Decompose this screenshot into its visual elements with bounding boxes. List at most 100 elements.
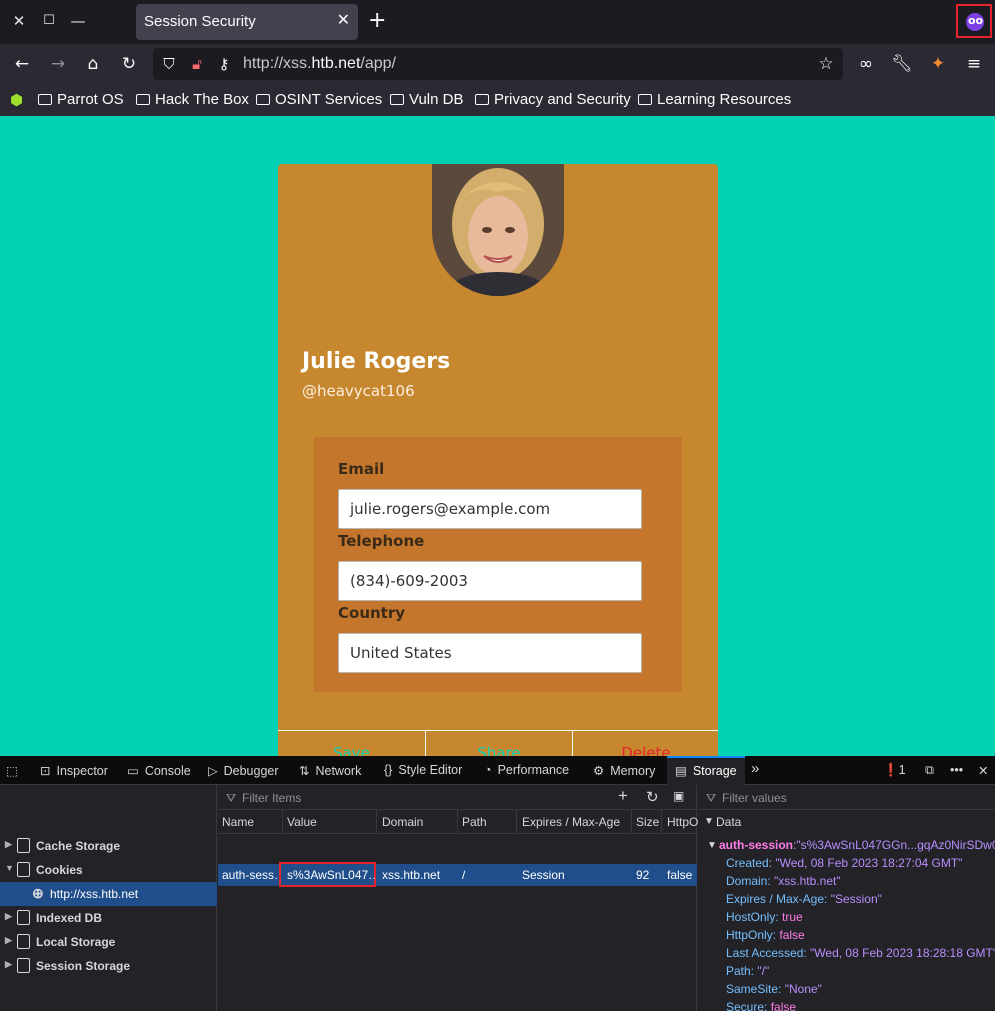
filter-values-input[interactable]: Filter values [722, 791, 787, 805]
data-field[interactable]: Domain: "xss.htb.net" [726, 874, 841, 888]
tab-inspector[interactable]: ⊡ Inspector [40, 756, 108, 785]
tab-network[interactable]: ⇅ Network [299, 756, 361, 785]
tab-style-editor[interactable]: {} Style Editor [384, 756, 462, 785]
data-field-key: Last Accessed: [726, 946, 811, 960]
tree-cookie-host[interactable]: ⊕ http://xss.htb.net [0, 882, 217, 906]
insecure-lock-icon[interactable]: 🔓︎ [186, 53, 208, 75]
storage-db-icon [17, 958, 30, 973]
wrench-icon[interactable]: 🔧︎ [891, 53, 913, 75]
extension-badge[interactable] [956, 4, 992, 38]
data-field[interactable]: HttpOnly: false [726, 928, 805, 942]
tab-performance[interactable]: ◔ Performance [484, 756, 569, 785]
filter-items-input[interactable]: Filter Items [242, 791, 301, 805]
email-label: Email [338, 460, 385, 478]
column-name[interactable]: Name [222, 815, 254, 829]
filter-values-bar: ⛛ Filter values [698, 785, 995, 810]
filter-icon: ⛛ [226, 791, 237, 805]
parrot-cube-icon[interactable]: ⬢ [10, 91, 23, 109]
data-field[interactable]: SameSite: "None" [726, 982, 822, 996]
data-field-value: true [782, 910, 803, 924]
bookmark-osint-services[interactable]: OSINT Services [256, 91, 382, 108]
data-field[interactable]: HostOnly: true [726, 910, 803, 924]
country-field[interactable]: United States [338, 633, 642, 673]
new-tab-icon[interactable]: + [368, 8, 386, 34]
column-domain[interactable]: Domain [382, 815, 423, 829]
key-icon[interactable]: ⚷ [213, 53, 235, 75]
more-tabs-icon[interactable]: » [751, 756, 759, 785]
tree-indexed-db[interactable]: ▶ Indexed DB [0, 906, 217, 930]
shield-icon[interactable]: ⛉ [158, 53, 180, 75]
tab-session-security[interactable]: Session Security ✕ [136, 4, 358, 40]
bookmark-parrot-os[interactable]: Parrot OS [38, 91, 124, 108]
url-bar[interactable]: ⛉ 🔓︎ ⚷ http://xss.htb.net/app/ ☆ [153, 48, 843, 80]
data-expand-icon[interactable]: ▼ [704, 816, 714, 827]
tree-session-storage[interactable]: ▶ Session Storage [0, 954, 217, 978]
data-field-key: Domain: [726, 874, 775, 888]
data-field[interactable]: Last Accessed: "Wed, 08 Feb 2023 18:28:1… [726, 946, 995, 960]
column-path[interactable]: Path [462, 815, 487, 829]
bookmark-vuln-db[interactable]: Vuln DB [390, 91, 463, 108]
dock-icon[interactable]: ⧉ [925, 756, 934, 785]
refresh-icon[interactable]: ↻ [646, 788, 659, 806]
column-expires[interactable]: Expires / Max-Age [522, 815, 620, 829]
minimize-window-icon[interactable]: — [68, 10, 88, 32]
table-row[interactable]: auth-sess… s%3AwSnL047… xss.htb.net / Se… [218, 862, 697, 887]
forward-icon[interactable]: → [47, 53, 69, 75]
error-count-badge[interactable]: ❗1 [883, 756, 906, 785]
email-field[interactable]: julie.rogers@example.com [338, 489, 642, 529]
home-icon[interactable]: ⌂ [82, 53, 104, 75]
maximize-window-icon[interactable]: ☐ [39, 10, 59, 32]
devtools-close-icon[interactable]: ✕ [978, 756, 988, 785]
data-field[interactable]: Path: "/" [726, 964, 769, 978]
toggle-sidebar-icon[interactable]: ▣ [673, 789, 684, 803]
tree-local-storage[interactable]: ▶ Local Storage [0, 930, 217, 954]
data-header: Data [716, 815, 742, 829]
devtools-menu-icon[interactable]: ••• [950, 756, 963, 785]
folder-icon [390, 94, 404, 105]
data-field-value: "None" [784, 982, 822, 996]
cell-name[interactable]: auth-sess… [222, 868, 278, 882]
tab-memory[interactable]: ⚙ Memory [593, 756, 655, 785]
data-field-value: "Wed, 08 Feb 2023 18:27:04 GMT" [775, 856, 963, 870]
data-field[interactable]: Secure: false [726, 1000, 796, 1011]
column-size[interactable]: Size [636, 815, 659, 829]
data-field-key: Created: [726, 856, 776, 870]
reload-icon[interactable]: ↻ [118, 53, 140, 75]
data-field[interactable]: Expires / Max-Age: "Session" [726, 892, 882, 906]
data-field-value: "Wed, 08 Feb 2023 18:28:18 GMT" [810, 946, 995, 960]
cell-size[interactable]: 92 [636, 868, 649, 882]
tab-close-icon[interactable]: ✕ [337, 10, 350, 29]
close-window-icon[interactable]: ✕ [9, 10, 29, 32]
column-value[interactable]: Value [287, 815, 317, 829]
share-button[interactable]: Share [425, 731, 572, 756]
add-cookie-icon[interactable]: + [618, 786, 628, 806]
tab-console[interactable]: ▭ Console [127, 756, 191, 785]
tree-cache-storage[interactable]: ▶ Cache Storage [0, 834, 217, 858]
cell-httponly[interactable]: false [667, 868, 692, 882]
telephone-field[interactable]: (834)-609-2003 [338, 561, 642, 601]
page-content: Julie Rogers @heavycat106 Email julie.ro… [0, 116, 995, 756]
cell-domain[interactable]: xss.htb.net [382, 868, 440, 882]
data-field[interactable]: Created: "Wed, 08 Feb 2023 18:27:04 GMT" [726, 856, 962, 870]
foxyproxy-icon[interactable]: ✦ [927, 53, 949, 75]
tab-storage[interactable]: ▤ Storage [667, 756, 745, 785]
tab-debugger[interactable]: ▷ Debugger [208, 756, 279, 785]
cell-path[interactable]: / [462, 868, 465, 882]
data-root[interactable]: auth-session:"s%3AwSnL047GGn...gqAz0NirS… [719, 838, 995, 852]
tree-cookies[interactable]: ▼ Cookies [0, 858, 217, 882]
save-button[interactable]: Save [278, 731, 425, 756]
column-httponly[interactable]: HttpO [667, 815, 698, 829]
bookmark-hack-the-box[interactable]: Hack The Box [136, 91, 249, 108]
url-text[interactable]: http://xss.htb.net/app/ [243, 55, 396, 73]
element-picker-icon[interactable]: ⬚ [6, 756, 24, 785]
back-icon[interactable]: ← [11, 53, 33, 75]
cell-expires[interactable]: Session [522, 868, 565, 882]
delete-button[interactable]: Delete [572, 731, 719, 756]
bookmark-learning-resources[interactable]: Learning Resources [638, 91, 791, 108]
menu-icon[interactable]: ≡ [963, 53, 985, 75]
bookmark-star-icon[interactable]: ☆ [815, 53, 837, 75]
root-expand-icon[interactable]: ▼ [707, 840, 717, 851]
cell-value[interactable]: s%3AwSnL047… [287, 868, 375, 882]
mask-icon[interactable]: ∞ [855, 53, 877, 75]
bookmark-privacy-security[interactable]: Privacy and Security [475, 91, 631, 108]
